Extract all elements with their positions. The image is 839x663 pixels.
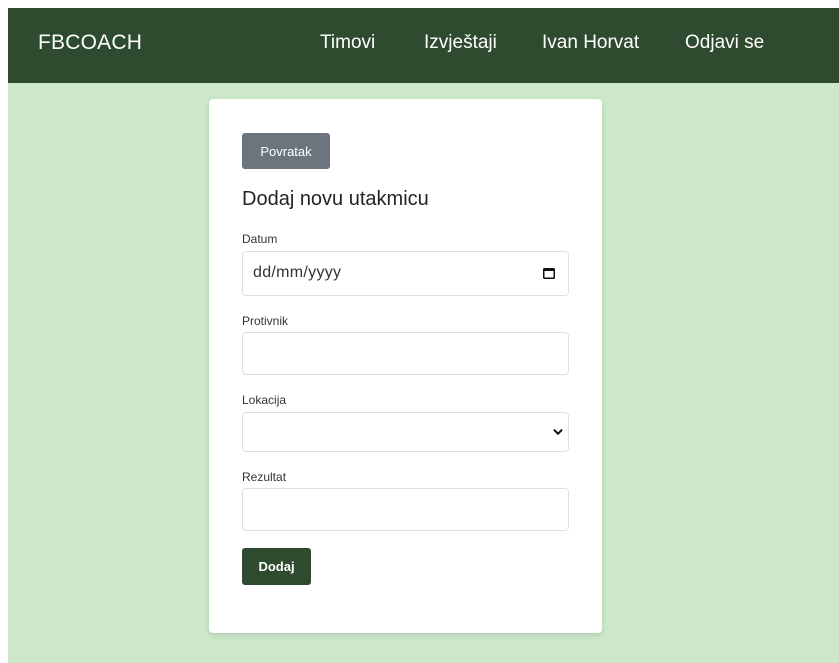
back-button[interactable]: Povratak: [242, 133, 330, 169]
nav-link-timovi[interactable]: Timovi: [320, 32, 375, 54]
add-match-button[interactable]: Dodaj: [242, 548, 311, 585]
datum-date-input[interactable]: dd/mm/yyyy: [242, 251, 569, 296]
add-match-card: Povratak Dodaj novu utakmicu Datum dd/mm…: [209, 99, 602, 633]
lokacija-label: Lokacija: [242, 393, 287, 407]
form-title: Dodaj novu utakmicu: [242, 188, 429, 210]
protivnik-input[interactable]: [242, 332, 569, 375]
datum-label: Datum: [242, 232, 278, 246]
calendar-icon[interactable]: [542, 266, 556, 280]
rezultat-input[interactable]: [242, 488, 569, 531]
nav-link-izvjestaji[interactable]: Izvještaji: [424, 32, 497, 54]
chevron-down-icon: [553, 429, 563, 435]
protivnik-label: Protivnik: [242, 314, 289, 328]
datum-placeholder: dd/mm/yyyy: [253, 264, 342, 281]
top-navbar: FBCOACH Timovi Izvještaji Ivan Horvat Od…: [8, 8, 839, 83]
nav-link-user-profile[interactable]: Ivan Horvat: [542, 32, 639, 54]
rezultat-label: Rezultat: [242, 470, 287, 484]
page-viewport: FBCOACH Timovi Izvještaji Ivan Horvat Od…: [8, 8, 839, 663]
lokacija-select[interactable]: [242, 412, 569, 452]
brand-logo[interactable]: FBCOACH: [38, 31, 142, 55]
nav-link-logout[interactable]: Odjavi se: [685, 32, 764, 54]
